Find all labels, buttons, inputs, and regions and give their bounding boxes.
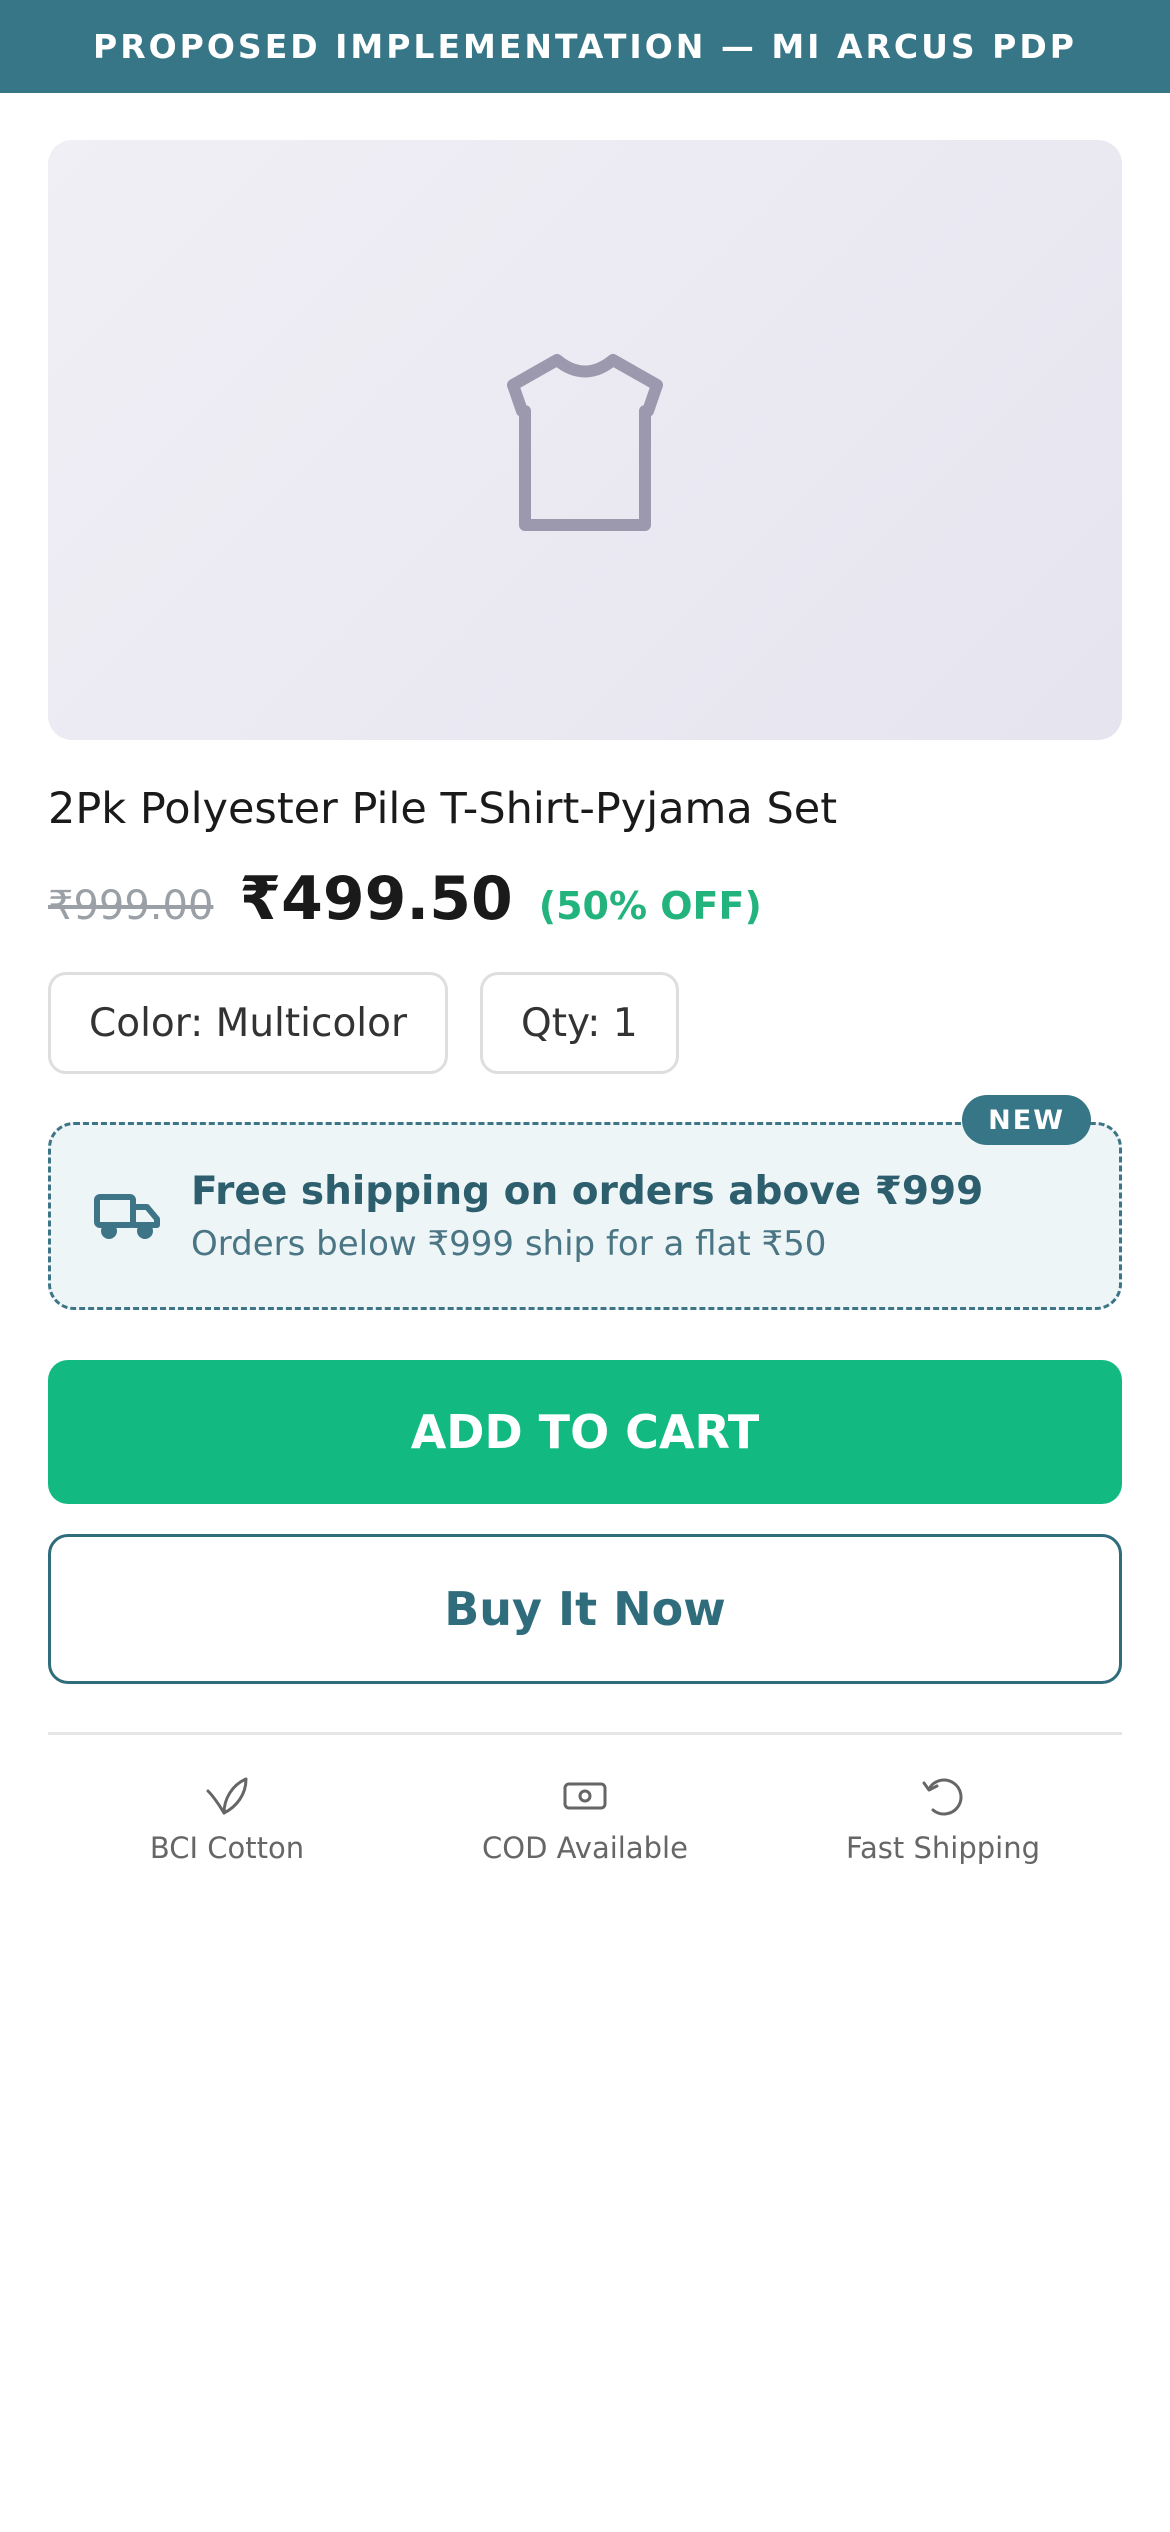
feature-item-fast-shipping: Fast Shipping [764, 1773, 1122, 1865]
top-banner: PROPOSED IMPLEMENTATION — MI ARCUS PDP [0, 0, 1170, 93]
new-badge: NEW [962, 1095, 1091, 1145]
product-title: 2Pk Polyester Pile T-Shirt-Pyjama Set [48, 784, 838, 834]
shipping-subtext: Orders below ₹999 ship for a flat ₹50 [191, 1223, 827, 1264]
discount-label: (50% OFF) [538, 884, 762, 928]
variant-options: Color: Multicolor Qty: 1 [48, 972, 1122, 1074]
add-to-cart-button[interactable]: ADD TO CART [48, 1360, 1122, 1504]
product-detail-page: 2Pk Polyester Pile T-Shirt-Pyjama Set ₹9… [48, 140, 1122, 1865]
feature-item-bci-cotton: BCI Cotton [48, 1773, 406, 1865]
feature-label: COD Available [482, 1831, 688, 1865]
refresh-icon [922, 1778, 963, 1816]
shipping-headline: Free shipping on orders above ₹999 [191, 1168, 984, 1214]
feature-label: BCI Cotton [149, 1831, 305, 1865]
product-image[interactable] [48, 140, 1122, 740]
feature-row: BCI Cotton COD Available Fast Shipping [48, 1773, 1122, 1865]
quantity-selector[interactable]: Qty: 1 [480, 972, 679, 1074]
cash-icon [563, 1782, 607, 1810]
color-selector[interactable]: Color: Multicolor [48, 972, 449, 1074]
feature-label: Fast Shipping [846, 1831, 1040, 1865]
truck-icon [94, 1194, 160, 1239]
original-price: ₹999.00 [48, 883, 214, 929]
shipping-text: Free shipping on orders above ₹999 Order… [191, 1169, 983, 1264]
current-price: ₹499.50 [239, 864, 513, 934]
banner-title: PROPOSED IMPLEMENTATION — MI ARCUS PDP [93, 27, 1077, 66]
leaf-icon [206, 1777, 248, 1815]
divider [48, 1732, 1122, 1735]
buy-now-button[interactable]: Buy It Now [48, 1534, 1122, 1684]
tshirt-icon [507, 354, 663, 531]
price-row: ₹999.00 ₹499.50 (50% OFF) [48, 864, 1122, 934]
shipping-banner: NEW Free shipping on orders above ₹999 O… [48, 1095, 1122, 1310]
feature-item-cod: COD Available [406, 1773, 764, 1865]
